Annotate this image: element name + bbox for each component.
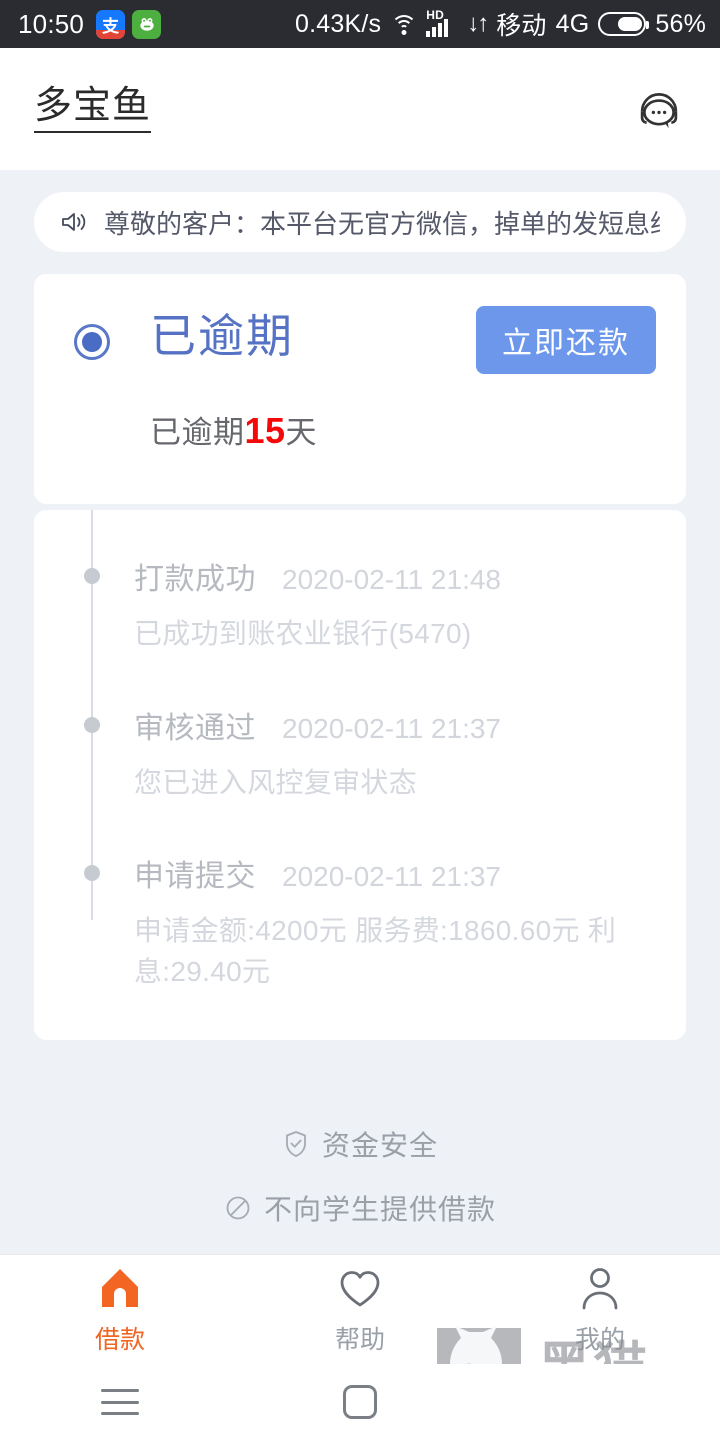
tab-help[interactable]: 帮助 xyxy=(240,1264,480,1356)
timeline-head: 审核通过 2020-02-11 21:37 xyxy=(134,703,656,747)
speaker-icon xyxy=(60,209,88,235)
status-active-dot-icon xyxy=(74,324,110,360)
safety-label: 资金安全 xyxy=(321,1130,438,1162)
status-bar-app-icons: 支 xyxy=(96,9,162,39)
alipay-app-icon: 支 xyxy=(96,9,126,39)
timeline-time: 2020-02-11 21:48 xyxy=(282,564,501,595)
timeline-name: 审核通过 xyxy=(134,711,256,745)
timeline-desc: 申请金额:4200元 服务费:1860.60元 利息:29.40元 xyxy=(134,915,617,987)
safety-label: 不向学生提供借款 xyxy=(263,1194,496,1226)
nav-home-button[interactable] xyxy=(240,1385,480,1419)
frog-glyph-icon xyxy=(139,18,154,31)
shield-check-icon xyxy=(286,1131,306,1158)
repay-now-button[interactable]: 立即还款 xyxy=(476,306,656,374)
tab-label: 帮助 xyxy=(334,1325,385,1354)
timeline-head: 申请提交 2020-02-11 21:37 xyxy=(134,851,656,895)
content-area: 已逾期 已逾期15天 立即还款 打款成功 2020-02-11 21:48 已成… xyxy=(0,252,720,1228)
loan-timeline-card: 打款成功 2020-02-11 21:48 已成功到账农业银行(5470) 审核… xyxy=(34,510,686,1041)
loan-state-title: 已逾期 xyxy=(150,310,294,362)
status-main: 已逾期 已逾期15天 xyxy=(150,310,317,452)
bottom-tab-bar: 借款 帮助 我的 xyxy=(0,1254,720,1364)
status-bar-right: 0.43K/s HD ↓↑ 移动 4G 56% xyxy=(295,6,706,42)
person-icon xyxy=(582,1267,618,1309)
app-header: 多宝鱼 xyxy=(0,48,720,170)
heart-icon xyxy=(340,1270,380,1306)
timeline-dot-icon xyxy=(84,716,100,733)
safety-item-funds: 资金安全 xyxy=(34,1124,686,1164)
menu-icon xyxy=(101,1389,139,1415)
carrier-label: 移动 xyxy=(496,12,547,40)
network-type-label: 4G xyxy=(555,9,590,38)
loan-status-card: 已逾期 已逾期15天 立即还款 xyxy=(34,274,686,504)
timeline-head: 打款成功 2020-02-11 21:48 xyxy=(134,554,656,598)
signal-bars-icon: HD xyxy=(426,8,458,37)
home-square-icon xyxy=(343,1385,377,1419)
android-nav-bar xyxy=(0,1364,720,1440)
headset-chat-glyph xyxy=(640,93,678,129)
tab-mine[interactable]: 我的 xyxy=(480,1264,720,1356)
timeline-dot-icon xyxy=(84,568,100,584)
no-entry-icon xyxy=(226,1196,250,1220)
notice-text: 尊敬的客户：本平台无官方微信，掉单的发短息给 xyxy=(104,208,660,239)
battery-icon xyxy=(598,12,650,36)
timeline-desc: 已成功到账农业银行(5470) xyxy=(134,618,472,649)
timeline-time: 2020-02-11 21:37 xyxy=(282,712,501,744)
overdue-days: 15 xyxy=(244,409,286,451)
safety-footer: 资金安全 不向学生提供借款 xyxy=(34,1124,686,1228)
data-transfer-icon: ↓↑ xyxy=(467,10,489,37)
overdue-prefix: 已逾期 xyxy=(150,414,245,450)
timeline-name: 申请提交 xyxy=(134,860,256,894)
green-app-icon xyxy=(132,9,162,39)
notice-banner[interactable]: 尊敬的客户：本平台无官方微信，掉单的发短息给 xyxy=(34,192,686,252)
timeline-name: 打款成功 xyxy=(134,563,256,596)
page-title: 多宝鱼 xyxy=(34,85,152,133)
home-icon xyxy=(102,1268,138,1307)
speaker-glyph xyxy=(62,213,86,231)
timeline-item: 打款成功 2020-02-11 21:48 已成功到账农业银行(5470) xyxy=(64,554,656,655)
headset-chat-icon[interactable] xyxy=(632,82,686,136)
network-speed-label: 0.43K/s xyxy=(295,9,382,38)
overdue-suffix: 天 xyxy=(285,414,318,450)
timeline-time: 2020-02-11 21:37 xyxy=(282,861,501,893)
timeline-dot-icon xyxy=(84,865,100,882)
safety-item-students: 不向学生提供借款 xyxy=(34,1188,686,1228)
tab-label: 借款 xyxy=(94,1325,145,1354)
status-bar-clock: 10:50 xyxy=(18,8,85,39)
timeline-item: 审核通过 2020-02-11 21:37 您已进入风控复审状态 xyxy=(64,703,656,804)
status-bar: 10:50 支 0.43K/s HD ↓↑ 移动 4G 56% xyxy=(0,0,720,48)
notice-banner-wrap: 尊敬的客户：本平台无官方微信，掉单的发短息给 xyxy=(0,170,720,252)
alipay-glyph: 支 xyxy=(101,16,120,36)
timeline-desc: 您已进入风控复审状态 xyxy=(134,766,418,798)
tab-label: 我的 xyxy=(574,1325,625,1354)
phone-screen: 10:50 支 0.43K/s HD ↓↑ 移动 4G 56% 多宝鱼 尊敬的客… xyxy=(0,0,720,1440)
tab-loan[interactable]: 借款 xyxy=(0,1264,240,1356)
battery-percent-label: 56% xyxy=(655,9,706,38)
wifi-icon xyxy=(390,13,417,35)
timeline-item: 申请提交 2020-02-11 21:37 申请金额:4200元 服务费:186… xyxy=(64,851,656,992)
overdue-summary: 已逾期15天 xyxy=(150,407,317,452)
nav-menu-button[interactable] xyxy=(0,1389,240,1415)
